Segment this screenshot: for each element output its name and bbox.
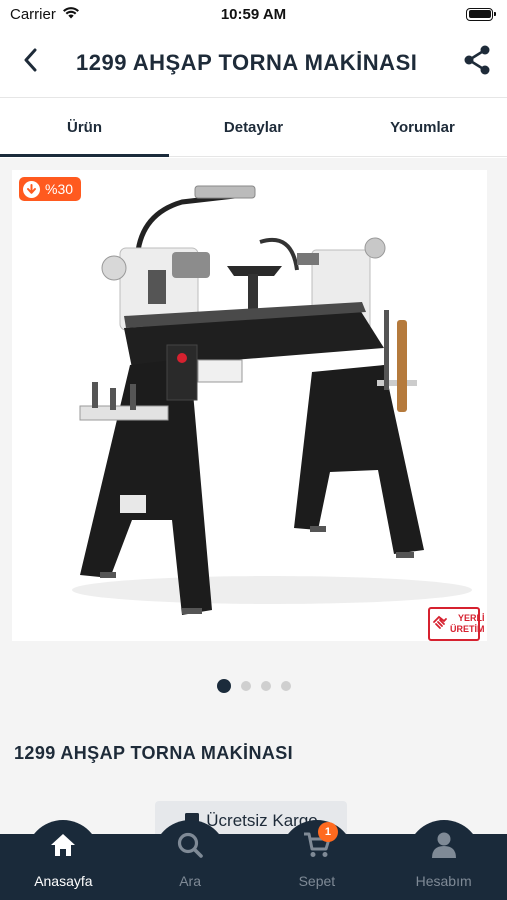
nav-ara[interactable]: Ara (127, 820, 254, 900)
share-button[interactable] (447, 28, 507, 98)
nav-label: Ara (179, 873, 202, 889)
carousel-dot[interactable] (216, 679, 231, 693)
bottom-tab-bar: Anasayfa Ara 1 Sepet Hesabım (0, 820, 507, 900)
carousel-pagination[interactable] (0, 679, 507, 693)
carousel-dot[interactable] (260, 681, 271, 691)
search-icon (173, 828, 207, 862)
share-icon (463, 45, 491, 80)
product-name: 1299 AHŞAP TORNA MAKİNASI (14, 743, 294, 763)
carousel-dot[interactable] (240, 681, 251, 691)
nav-hesabim[interactable]: Hesabım (380, 820, 507, 900)
wifi-icon (62, 6, 80, 23)
product-image-carousel[interactable]: %30 YERLİ ÜRETİM (12, 170, 487, 641)
nav-label: Anasayfa (34, 873, 93, 889)
status-bar: Carrier 10:59 AM (0, 0, 507, 28)
tab-detaylar[interactable]: Detaylar (169, 99, 338, 156)
tab-urun[interactable]: Ürün (0, 99, 169, 157)
status-left: Carrier (10, 6, 80, 23)
chevron-left-icon (23, 48, 37, 77)
discount-value: %30 (45, 181, 74, 197)
tab-yorumlar[interactable]: Yorumlar (338, 99, 507, 156)
yerli-uretim-badge: YERLİ ÜRETİM (428, 607, 485, 641)
nav-label: Hesabım (415, 873, 472, 889)
user-icon (427, 828, 461, 862)
status-time: 10:59 AM (220, 5, 287, 23)
nav-label: Sepet (298, 873, 336, 889)
handshake-icon (432, 613, 448, 636)
origin-line-2: ÜRETİM (450, 624, 485, 634)
product-image (72, 185, 472, 615)
battery-level (468, 10, 491, 18)
down-arrow-icon (23, 180, 40, 198)
nav-anasayfa[interactable]: Anasayfa (0, 820, 127, 900)
origin-text: YERLİ ÜRETİM (450, 613, 485, 635)
product-tabs: Ürün Detaylar Yorumlar (0, 99, 507, 157)
cart-count-badge: 1 (317, 822, 338, 842)
carousel-dot[interactable] (280, 681, 291, 691)
home-icon (46, 828, 80, 862)
carrier-label: Carrier (10, 5, 56, 23)
nav-sepet[interactable]: 1 Sepet (254, 820, 381, 900)
page-title: 1299 AHŞAP TORNA MAKİNASI (76, 49, 418, 75)
discount-badge: %30 (19, 177, 82, 201)
nav-header: 1299 AHŞAP TORNA MAKİNASI (0, 28, 507, 98)
back-button[interactable] (0, 28, 60, 98)
product-content: %30 YERLİ ÜRETİM 1299 AHŞAP TORNA MAKİNA… (0, 158, 507, 834)
tab-label: Yorumlar (390, 119, 455, 136)
battery-icon (466, 7, 496, 21)
tab-label: Detaylar (223, 119, 284, 136)
tab-label: Ürün (67, 119, 102, 136)
origin-line-1: YERLİ (457, 613, 485, 623)
